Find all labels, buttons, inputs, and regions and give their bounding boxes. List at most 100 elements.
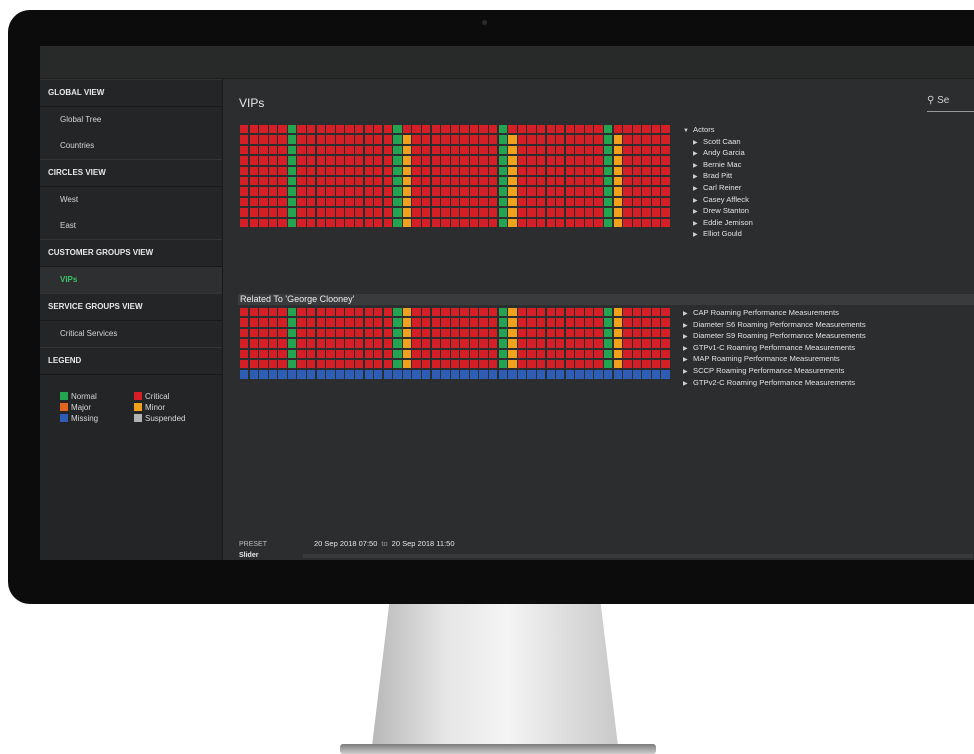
heatmap-cell[interactable] <box>489 176 498 186</box>
heatmap-cell[interactable] <box>613 125 622 134</box>
heatmap-cell[interactable] <box>642 328 651 338</box>
heatmap-cell[interactable] <box>603 156 613 165</box>
heatmap-cell[interactable] <box>326 328 335 338</box>
heatmap-cell[interactable] <box>259 218 268 227</box>
heatmap-cell[interactable] <box>536 197 546 207</box>
heatmap-cell[interactable] <box>393 349 402 358</box>
heatmap-cell[interactable] <box>469 370 479 379</box>
heatmap-cell[interactable] <box>517 308 527 317</box>
heatmap-cell[interactable] <box>603 197 613 207</box>
heatmap-cell[interactable] <box>536 125 546 134</box>
heatmap-cell[interactable] <box>393 135 402 144</box>
heatmap-cell[interactable] <box>536 218 546 227</box>
heatmap-cell[interactable] <box>546 308 555 317</box>
heatmap-cell[interactable] <box>441 125 450 134</box>
heatmap-cell[interactable] <box>632 328 642 338</box>
heatmap-cell[interactable] <box>613 359 622 369</box>
heatmap-cell[interactable] <box>249 156 258 165</box>
heatmap-cell[interactable] <box>259 370 268 379</box>
heatmap-cell[interactable] <box>450 370 460 379</box>
heatmap-cell[interactable] <box>259 187 268 196</box>
heatmap-cell[interactable] <box>240 208 249 217</box>
heatmap-cell[interactable] <box>632 349 642 358</box>
heatmap-cell[interactable] <box>651 359 661 369</box>
heatmap-cell[interactable] <box>383 370 393 379</box>
heatmap-cell[interactable] <box>345 125 354 134</box>
heatmap-cell[interactable] <box>632 359 642 369</box>
heatmap-cell[interactable] <box>613 176 622 186</box>
heatmap-cell[interactable] <box>508 156 517 165</box>
heatmap-cell[interactable] <box>354 308 364 317</box>
heatmap-cell[interactable] <box>556 308 565 317</box>
heatmap-cell[interactable] <box>613 218 622 227</box>
heatmap-cell[interactable] <box>527 125 536 134</box>
heatmap-cell[interactable] <box>642 187 651 196</box>
heatmap-cell[interactable] <box>345 197 354 207</box>
heatmap-cell[interactable] <box>297 218 306 227</box>
heatmap-cell[interactable] <box>364 339 373 348</box>
heatmap-cell[interactable] <box>249 218 258 227</box>
heatmap-cell[interactable] <box>469 197 479 207</box>
heatmap-cell[interactable] <box>335 156 345 165</box>
heatmap-cell[interactable] <box>307 359 316 369</box>
heatmap-cell[interactable] <box>297 187 306 196</box>
heatmap-cell[interactable] <box>278 349 287 358</box>
heatmap-cell[interactable] <box>651 125 661 134</box>
heatmap-cell[interactable] <box>527 308 536 317</box>
heatmap-cell[interactable] <box>642 339 651 348</box>
heatmap-cell[interactable] <box>479 145 488 155</box>
heatmap-cell[interactable] <box>575 308 584 317</box>
heatmap-cell[interactable] <box>412 145 421 155</box>
heatmap-cell[interactable] <box>565 328 575 338</box>
heatmap-cell[interactable] <box>374 145 383 155</box>
heatmap-cell[interactable] <box>556 370 565 379</box>
heatmap-cell[interactable] <box>431 197 440 207</box>
heatmap-cell[interactable] <box>412 218 421 227</box>
heatmap-cell[interactable] <box>374 218 383 227</box>
heatmap-cell[interactable] <box>661 308 670 317</box>
heatmap-cell[interactable] <box>623 187 632 196</box>
heatmap-cell[interactable] <box>345 135 354 144</box>
heatmap-cell[interactable] <box>460 328 469 338</box>
heatmap-cell[interactable] <box>450 187 460 196</box>
heatmap-cell[interactable] <box>517 197 527 207</box>
heatmap-cell[interactable] <box>364 359 373 369</box>
heatmap-cell[interactable] <box>603 318 613 327</box>
heatmap-cell[interactable] <box>603 359 613 369</box>
heatmap-cell[interactable] <box>460 208 469 217</box>
heatmap-cell[interactable] <box>536 176 546 186</box>
heatmap-cell[interactable] <box>364 208 373 217</box>
heatmap-cell[interactable] <box>393 308 402 317</box>
heatmap-cell[interactable] <box>412 125 421 134</box>
section-service-groups-view[interactable]: SERVICE GROUPS VIEW <box>40 293 222 321</box>
heatmap-cell[interactable] <box>335 339 345 348</box>
heatmap-cell[interactable] <box>421 176 431 186</box>
heatmap-cell[interactable] <box>374 208 383 217</box>
heatmap-cell[interactable] <box>450 308 460 317</box>
heatmap-cell[interactable] <box>623 308 632 317</box>
heatmap-cell[interactable] <box>584 218 594 227</box>
heatmap-cell[interactable] <box>297 328 306 338</box>
heatmap-cell[interactable] <box>393 339 402 348</box>
heatmap-cell[interactable] <box>240 318 249 327</box>
heatmap-cell[interactable] <box>536 135 546 144</box>
heatmap-cell[interactable] <box>431 349 440 358</box>
heatmap-cell[interactable] <box>546 370 555 379</box>
heatmap-cell[interactable] <box>345 349 354 358</box>
heatmap-cell[interactable] <box>335 218 345 227</box>
heatmap-cell[interactable] <box>335 328 345 338</box>
heatmap-cell[interactable] <box>565 218 575 227</box>
heatmap-cell[interactable] <box>326 176 335 186</box>
heatmap-cell[interactable] <box>460 166 469 175</box>
heatmap-cell[interactable] <box>268 176 278 186</box>
heatmap-cell[interactable] <box>421 166 431 175</box>
heatmap-cell[interactable] <box>374 197 383 207</box>
heatmap-cell[interactable] <box>603 328 613 338</box>
heatmap-cell[interactable] <box>546 318 555 327</box>
heatmap-cell[interactable] <box>517 156 527 165</box>
heatmap-cell[interactable] <box>642 156 651 165</box>
heatmap-cell[interactable] <box>326 187 335 196</box>
heatmap-cell[interactable] <box>508 339 517 348</box>
heatmap-cell[interactable] <box>441 349 450 358</box>
heatmap-cell[interactable] <box>527 370 536 379</box>
